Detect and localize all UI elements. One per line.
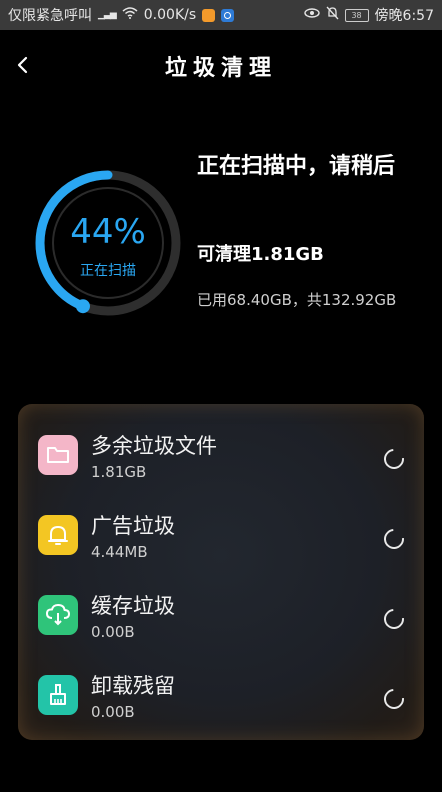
app-header: 垃圾清理 xyxy=(0,38,442,94)
junk-item-name: 卸载残留 xyxy=(91,674,175,698)
broom-icon xyxy=(38,675,78,715)
junk-category-panel: 多余垃圾文件 1.81GB 广告垃圾 4.44MB 缓存垃圾 0.00B 卸载残… xyxy=(18,404,424,740)
storage-usage: 已用68.40GB，共132.92GB xyxy=(197,291,397,309)
loading-spinner-icon xyxy=(379,524,409,554)
folder-icon xyxy=(38,435,78,475)
junk-item-size: 0.00B xyxy=(91,623,135,641)
app-notification-icon-2 xyxy=(221,8,235,22)
app-notification-icon xyxy=(202,8,216,22)
junk-item-redundant[interactable]: 多余垃圾文件 1.81GB xyxy=(18,412,424,492)
scan-heading: 正在扫描中，请稍后 xyxy=(197,154,396,179)
junk-item-name: 多余垃圾文件 xyxy=(91,434,217,458)
cloud-download-icon xyxy=(38,595,78,635)
junk-item-cache[interactable]: 缓存垃圾 0.00B xyxy=(18,572,424,652)
mute-bell-icon xyxy=(326,6,339,24)
eye-icon xyxy=(303,7,320,23)
signal-icon: ▁▃▅ xyxy=(98,10,117,20)
page-title: 垃圾清理 xyxy=(164,56,277,81)
loading-spinner-icon xyxy=(379,444,409,474)
loading-spinner-icon xyxy=(379,604,409,634)
status-bar: 仅限紧急呼叫 ▁▃▅ 0.00K/s 38 傍晚6:57 xyxy=(0,0,442,30)
junk-item-ads[interactable]: 广告垃圾 4.44MB xyxy=(18,492,424,572)
network-speed: 0.00K/s xyxy=(143,7,197,23)
progress-ring-knob xyxy=(75,299,90,314)
wifi-icon xyxy=(122,7,138,23)
progress-percent: 44% xyxy=(70,212,146,252)
clock: 傍晚6:57 xyxy=(374,8,434,24)
junk-item-size: 0.00B xyxy=(91,703,135,721)
battery-icon: 38 xyxy=(344,8,369,22)
junk-item-size: 4.44MB xyxy=(91,543,148,561)
junk-item-uninstall[interactable]: 卸载残留 0.00B xyxy=(18,652,424,732)
cleanable-size: 可清理1.81GB xyxy=(197,244,324,265)
junk-item-name: 缓存垃圾 xyxy=(91,594,175,618)
progress-status: 正在扫描 xyxy=(80,263,136,279)
bell-icon xyxy=(38,515,78,555)
loading-spinner-icon xyxy=(379,684,409,714)
junk-item-size: 1.81GB xyxy=(91,463,147,481)
carrier-text: 仅限紧急呼叫 xyxy=(8,8,92,24)
junk-item-name: 广告垃圾 xyxy=(91,514,175,538)
